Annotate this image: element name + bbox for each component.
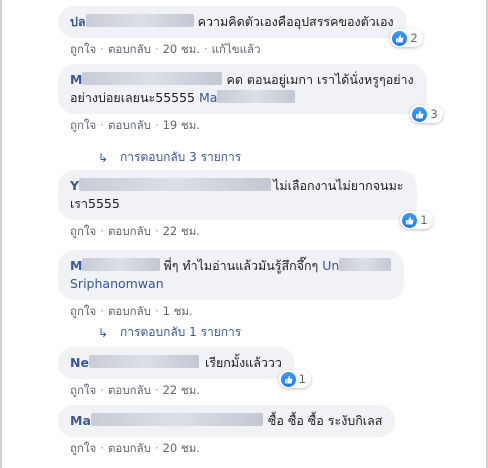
comment-text-line1: คด ตอนอยู่เมกา เราได้นั่งหรูๆอย่าง bbox=[226, 72, 414, 87]
reaction-number: 3 bbox=[430, 107, 438, 121]
timestamp[interactable]: 1 ชม. bbox=[163, 304, 193, 318]
like-button[interactable]: ถูกใจ bbox=[70, 383, 96, 397]
reply-button[interactable]: ตอบกลับ bbox=[108, 441, 151, 455]
comment-text: เรียกมั้งแล้ววว bbox=[204, 355, 282, 370]
separator: · bbox=[203, 42, 208, 56]
reply-button[interactable]: ตอบกลับ bbox=[108, 42, 151, 56]
like-reaction-icon bbox=[392, 30, 408, 46]
commenter-name[interactable]: Ma bbox=[70, 413, 91, 428]
redacted-name bbox=[88, 355, 199, 368]
redacted-name bbox=[85, 14, 194, 27]
redacted-name bbox=[82, 72, 223, 85]
comment-bubble: Ne เรียกมั้งแล้ววว 1 bbox=[58, 347, 311, 388]
comment-actions: ถูกใจ · ตอบกลับ · 22 ชม. bbox=[70, 382, 295, 398]
separator: · bbox=[154, 118, 159, 132]
comment-bubble: Y ไม่เลือกงานไม่ยากจนมะ เรา5555 1 bbox=[58, 170, 433, 229]
redacted-name bbox=[90, 413, 263, 426]
view-replies-link[interactable]: ↳ การตอบกลับ 1 รายการ bbox=[98, 323, 241, 342]
reaction-count[interactable]: 1 bbox=[278, 370, 311, 388]
reply-button[interactable]: ตอบกลับ bbox=[108, 224, 151, 238]
commenter-name[interactable]: Y bbox=[70, 178, 79, 193]
comment-bubble: Ma ซื้อ ซื้อ ซื้อ ระงับกิเลส bbox=[58, 405, 396, 437]
tagged-user[interactable]: Un bbox=[322, 258, 339, 273]
comment-item: Ma ซื้อ ซื้อ ซื้อ ระงับกิเลส ถูกใจ · ตอบกลั… bbox=[58, 405, 396, 456]
separator: · bbox=[154, 383, 159, 397]
comment-actions: ถูกใจ · ตอบกลับ · 20 ชม. bbox=[70, 440, 395, 456]
reply-button[interactable]: ตอบกลับ bbox=[108, 118, 151, 132]
separator: · bbox=[100, 42, 104, 56]
reaction-count[interactable]: 3 bbox=[410, 105, 443, 123]
comment-text-line2: เรา5555 bbox=[70, 196, 120, 211]
reply-arrow-icon: ↳ bbox=[98, 325, 109, 340]
replies-label: การตอบกลับ 1 รายการ bbox=[120, 325, 242, 339]
comment-text-line1: ไม่เลือกงานไม่ยากจนมะ bbox=[273, 178, 404, 193]
timestamp[interactable]: 19 ชม. bbox=[163, 118, 200, 132]
replies-label: การตอบกลับ 3 รายการ bbox=[120, 150, 242, 164]
comment-item: Ne เรียกมั้งแล้ววว 1 ถูกใจ · ตอบกลับ · 22 ชม. bbox=[58, 347, 311, 398]
comment-text: ความคิดตัวเองคืออุปสรรคของตัวเอง bbox=[197, 14, 394, 29]
separator: · bbox=[154, 224, 159, 238]
timestamp[interactable]: 20 ชม. bbox=[163, 42, 200, 56]
redacted-tag bbox=[339, 258, 392, 271]
timestamp[interactable]: 22 ชม. bbox=[163, 383, 200, 397]
tagged-user-surname[interactable]: Sriphanomwan bbox=[70, 276, 164, 291]
timestamp[interactable]: 20 ชม. bbox=[163, 441, 200, 455]
redacted-name bbox=[82, 258, 161, 271]
comment-item: M คด ตอนอยู่เมกา เราได้นั่งหรูๆอย่าง อย่า… bbox=[58, 64, 443, 133]
comment-item: M พี่ๆ ทำไมอ่านแล้วมันรู้สึกจึ๊กๆ Un Srip… bbox=[58, 250, 405, 319]
tagged-user[interactable]: Ma bbox=[199, 90, 217, 105]
like-reaction-icon bbox=[412, 106, 428, 122]
comment-actions: ถูกใจ · ตอบกลับ · 20 ชม. · แก้ไขแล้ว bbox=[70, 41, 407, 57]
separator: · bbox=[100, 441, 104, 455]
comment-item: ปล ความคิดตัวเองคืออุปสรรคของตัวเอง 2 ถูก… bbox=[58, 6, 423, 57]
comment-item: Y ไม่เลือกงานไม่ยากจนมะ เรา5555 1 ถูกใจ · ต… bbox=[58, 170, 433, 239]
comment-actions: ถูกใจ · ตอบกลับ · 19 ชม. bbox=[70, 117, 427, 133]
commenter-name[interactable]: Ne bbox=[70, 355, 89, 370]
reply-button[interactable]: ตอบกลับ bbox=[108, 383, 151, 397]
separator: · bbox=[100, 118, 104, 132]
comment-bubble: ปล ความคิดตัวเองคืออุปสรรคของตัวเอง 2 bbox=[58, 6, 423, 47]
reply-arrow-icon: ↳ bbox=[98, 150, 109, 165]
reply-button[interactable]: ตอบกลับ bbox=[108, 304, 151, 318]
separator: · bbox=[154, 441, 159, 455]
like-button[interactable]: ถูกใจ bbox=[70, 224, 96, 238]
comment-actions: ถูกใจ · ตอบกลับ · 1 ชม. bbox=[70, 303, 404, 319]
separator: · bbox=[100, 383, 104, 397]
reaction-number: 2 bbox=[410, 31, 418, 45]
like-reaction-icon bbox=[280, 371, 296, 387]
reaction-count[interactable]: 2 bbox=[390, 29, 423, 47]
comment-bubble: M คด ตอนอยู่เมกา เราได้นั่งหรูๆอย่าง อย่า… bbox=[58, 64, 443, 123]
edited-label[interactable]: แก้ไขแล้ว bbox=[212, 42, 261, 56]
separator: · bbox=[100, 224, 104, 238]
like-button[interactable]: ถูกใจ bbox=[70, 118, 96, 132]
comment-text: ซื้อ ซื้อ ซื้อ ระงับกิเลส bbox=[267, 413, 383, 428]
commenter-name[interactable]: M bbox=[70, 72, 82, 87]
separator: · bbox=[100, 304, 104, 318]
reaction-number: 1 bbox=[420, 213, 428, 227]
like-reaction-icon bbox=[402, 212, 418, 228]
commenter-name[interactable]: M bbox=[70, 258, 82, 273]
comment-text-line2: อย่างบ่อยเลยนะ55555 bbox=[70, 90, 195, 105]
commenter-name[interactable]: ปล bbox=[70, 14, 86, 29]
redacted-tag bbox=[217, 90, 296, 103]
comment-panel: ปล ความคิดตัวเองคืออุปสรรคของตัวเอง 2 ถูก… bbox=[0, 0, 488, 468]
like-button[interactable]: ถูกใจ bbox=[70, 42, 96, 56]
timestamp[interactable]: 22 ชม. bbox=[163, 224, 200, 238]
like-button[interactable]: ถูกใจ bbox=[70, 304, 96, 318]
comment-text: พี่ๆ ทำไมอ่านแล้วมันรู้สึกจึ๊กๆ bbox=[163, 258, 319, 273]
reaction-count[interactable]: 1 bbox=[400, 211, 433, 229]
reaction-number: 1 bbox=[298, 372, 306, 386]
comment-actions: ถูกใจ · ตอบกลับ · 22 ชม. bbox=[70, 223, 417, 239]
separator: · bbox=[154, 304, 159, 318]
comment-bubble: M พี่ๆ ทำไมอ่านแล้วมันรู้สึกจึ๊กๆ Un Srip… bbox=[58, 250, 405, 300]
like-button[interactable]: ถูกใจ bbox=[70, 441, 96, 455]
redacted-name bbox=[79, 178, 272, 191]
separator: · bbox=[154, 42, 159, 56]
view-replies-link[interactable]: ↳ การตอบกลับ 3 รายการ bbox=[98, 148, 241, 167]
